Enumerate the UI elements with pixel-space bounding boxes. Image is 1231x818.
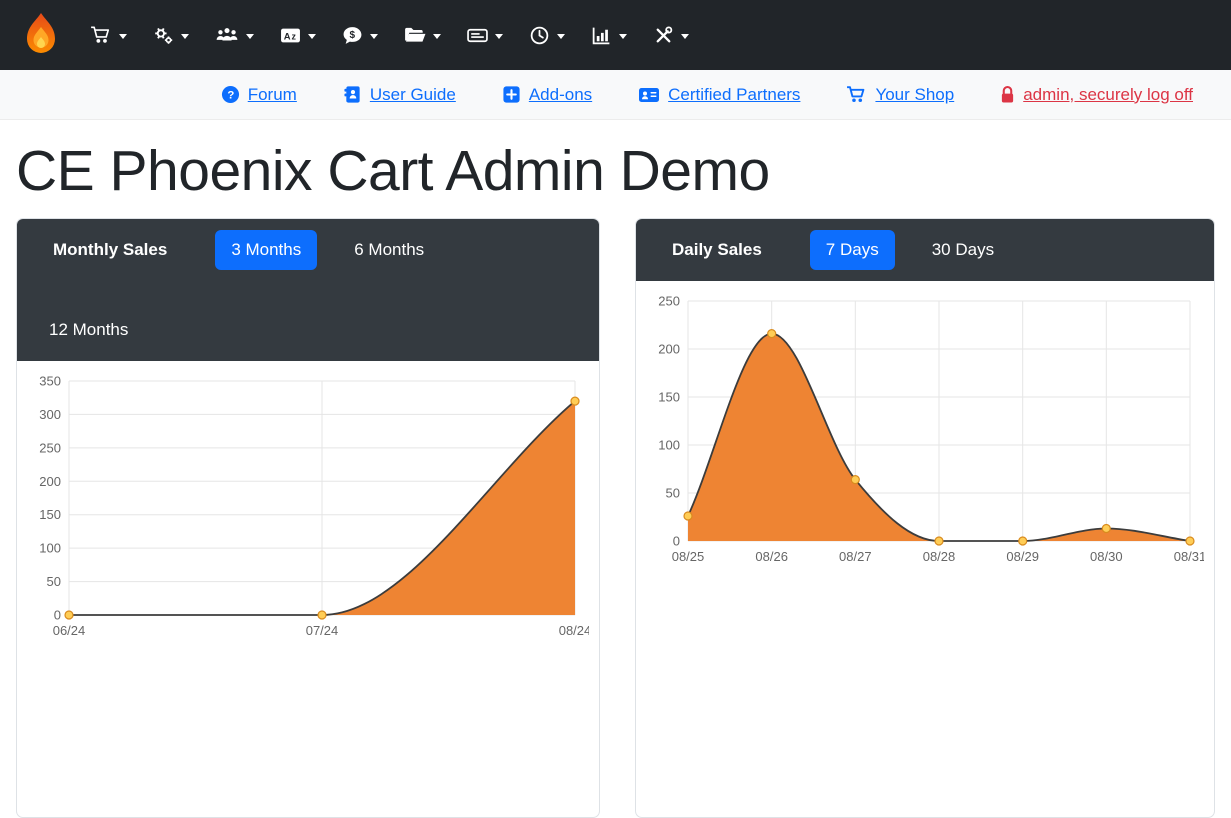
lock-icon: [1000, 85, 1015, 104]
monthly-sales-title: Monthly Sales: [53, 240, 167, 260]
monthly-sales-chart: 0 50 100 150 200 250 300 350 06/24 07/24 08/24: [23, 369, 589, 645]
daily-sales-card-header: Daily Sales 7 Days 30 Days: [636, 219, 1214, 281]
svg-text:100: 100: [658, 437, 680, 452]
svg-text:300: 300: [39, 407, 61, 422]
quick-links-bar: ? Forum User Guide Add-ons Certified Par…: [0, 70, 1231, 120]
page-title: CE Phoenix Cart Admin Demo: [16, 140, 1215, 204]
user-guide-link-label: User Guide: [370, 85, 456, 105]
svg-text:250: 250: [39, 440, 61, 455]
svg-text:250: 250: [658, 293, 680, 308]
svg-text:100: 100: [39, 540, 61, 555]
svg-text:$: $: [350, 29, 356, 40]
svg-text:150: 150: [39, 507, 61, 522]
your-shop-link-label: Your Shop: [875, 85, 954, 105]
tools-icon: [653, 25, 674, 46]
caret-down-icon: [181, 34, 189, 39]
dashboard-cards: Monthly Sales 3 Months 6 Months 12 Month…: [0, 218, 1231, 818]
shopping-cart-icon: [846, 85, 867, 104]
svg-text:08/25: 08/25: [672, 549, 705, 564]
svg-text:350: 350: [39, 373, 61, 388]
monthly-sales-card: Monthly Sales 3 Months 6 Months 12 Month…: [16, 218, 600, 818]
log-off-link-label: admin, securely log off: [1023, 85, 1193, 105]
topbar: Az $: [0, 0, 1231, 70]
caret-down-icon: [308, 34, 316, 39]
daily-range-7-days-button[interactable]: 7 Days: [810, 230, 895, 270]
monthly-sales-card-header: Monthly Sales 3 Months 6 Months 12 Month…: [17, 219, 599, 361]
bar-chart-icon: [591, 25, 612, 46]
caret-down-icon: [246, 34, 254, 39]
log-off-link[interactable]: admin, securely log off: [1000, 85, 1193, 105]
svg-text:08/24: 08/24: [559, 623, 589, 638]
svg-text:50: 50: [666, 485, 680, 500]
menu-money-check[interactable]: [467, 0, 503, 70]
svg-text:50: 50: [47, 574, 61, 589]
menu-users[interactable]: [215, 0, 254, 70]
svg-text:08/30: 08/30: [1090, 549, 1123, 564]
menu-language[interactable]: Az: [280, 0, 316, 70]
forum-link[interactable]: ? Forum: [221, 85, 297, 105]
caret-down-icon: [557, 34, 565, 39]
top-menu: Az $: [90, 0, 689, 70]
daily-sales-chart: 0 50 100 150 200 250 08/25 08/26 08/27 08/28 08/29…: [642, 289, 1204, 571]
language-icon: Az: [280, 25, 301, 46]
caret-down-icon: [619, 34, 627, 39]
svg-text:200: 200: [658, 341, 680, 356]
svg-text:A: A: [284, 31, 291, 42]
forum-link-label: Forum: [248, 85, 297, 105]
caret-down-icon: [681, 34, 689, 39]
caret-down-icon: [433, 34, 441, 39]
svg-text:08/31: 08/31: [1174, 549, 1204, 564]
certified-partners-link-label: Certified Partners: [668, 85, 800, 105]
svg-text:06/24: 06/24: [53, 623, 86, 638]
svg-text:08/28: 08/28: [923, 549, 956, 564]
user-guide-link[interactable]: User Guide: [343, 85, 456, 105]
question-circle-icon: ?: [221, 85, 240, 104]
gears-icon: [153, 25, 174, 46]
svg-text:200: 200: [39, 474, 61, 489]
shopping-cart-icon: [90, 25, 112, 45]
caret-down-icon: [495, 34, 503, 39]
daily-range-30-days-button[interactable]: 30 Days: [916, 230, 1010, 270]
caret-down-icon: [370, 34, 378, 39]
menu-shopping-cart[interactable]: [90, 0, 127, 70]
clock-icon: [529, 25, 550, 46]
user-book-icon: [343, 85, 362, 104]
phoenix-flame-icon: [21, 12, 61, 58]
menu-folder[interactable]: [404, 0, 441, 70]
svg-text:07/24: 07/24: [306, 623, 339, 638]
svg-text:?: ?: [227, 90, 234, 102]
svg-text:0: 0: [54, 607, 61, 622]
svg-text:08/26: 08/26: [755, 549, 788, 564]
svg-text:150: 150: [658, 389, 680, 404]
menu-gears[interactable]: [153, 0, 189, 70]
daily-sales-card: Daily Sales 7 Days 30 Days 0 50 100 150 200 2…: [635, 218, 1215, 818]
your-shop-link[interactable]: Your Shop: [846, 85, 954, 105]
monthly-range-3-months-button[interactable]: 3 Months: [215, 230, 317, 270]
daily-sales-title: Daily Sales: [672, 240, 762, 260]
svg-text:08/29: 08/29: [1006, 549, 1039, 564]
add-ons-link-label: Add-ons: [529, 85, 592, 105]
menu-bar-chart[interactable]: [591, 0, 627, 70]
monthly-range-6-months-button[interactable]: 6 Months: [338, 230, 440, 270]
menu-tools[interactable]: [653, 0, 689, 70]
folder-open-icon: [404, 25, 426, 45]
monthly-range-12-months-button[interactable]: 12 Months: [33, 310, 144, 350]
money-check-icon: [467, 25, 488, 46]
plus-square-icon: [502, 85, 521, 104]
id-card-icon: [638, 86, 660, 104]
certified-partners-link[interactable]: Certified Partners: [638, 85, 800, 105]
svg-text:z: z: [292, 31, 297, 41]
caret-down-icon: [119, 34, 127, 39]
svg-text:08/27: 08/27: [839, 549, 872, 564]
phoenix-logo[interactable]: [18, 9, 64, 61]
add-ons-link[interactable]: Add-ons: [502, 85, 592, 105]
comment-dollar-icon: $: [342, 25, 363, 46]
menu-comment-dollar[interactable]: $: [342, 0, 378, 70]
svg-text:0: 0: [673, 533, 680, 548]
users-icon: [215, 26, 239, 44]
menu-clock[interactable]: [529, 0, 565, 70]
